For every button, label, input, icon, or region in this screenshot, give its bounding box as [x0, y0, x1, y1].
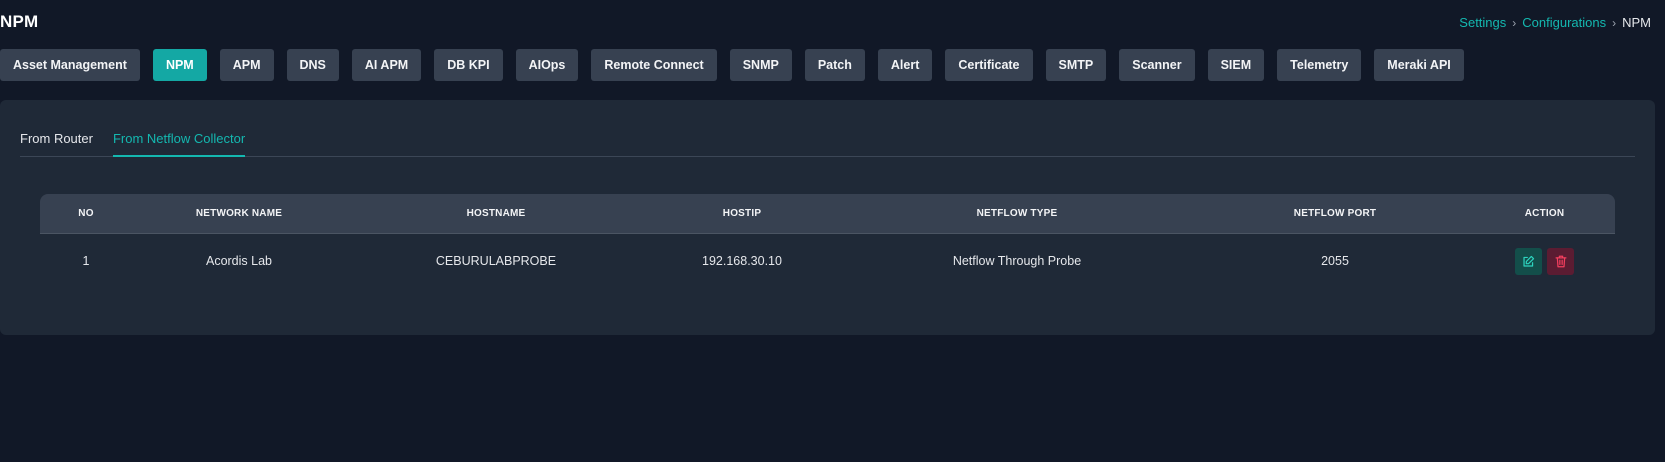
tab-smtp[interactable]: SMTP — [1045, 49, 1107, 81]
tab-siem[interactable]: SIEM — [1207, 49, 1265, 81]
tab-from-netflow-collector[interactable]: From Netflow Collector — [112, 131, 246, 157]
tab-asset-management[interactable]: Asset Management — [0, 49, 140, 81]
breadcrumb-separator: › — [1512, 15, 1517, 30]
tab-npm[interactable]: NPM — [152, 49, 207, 81]
edit-button[interactable] — [1515, 247, 1542, 275]
column-header-action: ACTION — [1524, 208, 1565, 219]
breadcrumb: Settings › Configurations › NPM — [1459, 15, 1651, 30]
column-header-hostip: HOSTIP — [722, 208, 762, 219]
column-header-netflow-port: NETFLOW PORT — [1293, 208, 1377, 219]
trash-icon — [1555, 255, 1566, 267]
breadcrumb-settings[interactable]: Settings — [1459, 15, 1506, 30]
tab-db-kpi[interactable]: DB KPI — [434, 49, 503, 81]
cell-actions — [1474, 247, 1615, 275]
tab-aiops[interactable]: AIOps — [515, 49, 579, 81]
tab-dns[interactable]: DNS — [286, 49, 339, 81]
netflow-table: NO NETWORK NAME HOSTNAME HOSTIP NETFLOW … — [40, 194, 1615, 288]
table-header: NO NETWORK NAME HOSTNAME HOSTIP NETFLOW … — [40, 194, 1615, 234]
sub-tabs: From Router From Netflow Collector — [20, 100, 1635, 157]
cell-netflow-port: 2055 — [1321, 254, 1349, 268]
tab-remote-connect[interactable]: Remote Connect — [591, 49, 717, 81]
tab-snmp[interactable]: SNMP — [729, 49, 792, 81]
tab-certificate[interactable]: Certificate — [945, 49, 1033, 81]
tab-patch[interactable]: Patch — [804, 49, 865, 81]
edit-icon — [1523, 255, 1535, 267]
cell-no: 1 — [82, 254, 90, 268]
breadcrumb-configurations[interactable]: Configurations — [1522, 15, 1606, 30]
module-tabs: Asset Management NPM APM DNS AI APM DB K… — [0, 49, 1464, 81]
tab-telemetry[interactable]: Telemetry — [1277, 49, 1362, 81]
column-header-no: NO — [78, 208, 94, 219]
table-row: 1 Acordis Lab CEBURULABPROBE 192.168.30.… — [40, 234, 1615, 288]
cell-hostip: 192.168.30.10 — [702, 254, 782, 268]
tab-ai-apm[interactable]: AI APM — [351, 49, 422, 81]
delete-button[interactable] — [1547, 247, 1574, 275]
tab-apm[interactable]: APM — [219, 49, 274, 81]
cell-network-name: Acordis Lab — [205, 254, 272, 268]
breadcrumb-current: NPM — [1622, 15, 1651, 30]
column-header-netflow-type: NETFLOW TYPE — [976, 208, 1058, 219]
tab-alert[interactable]: Alert — [877, 49, 933, 81]
tab-scanner[interactable]: Scanner — [1119, 49, 1195, 81]
breadcrumb-separator: › — [1612, 15, 1617, 30]
column-header-network-name: NETWORK NAME — [195, 208, 283, 219]
column-header-hostname: HOSTNAME — [466, 208, 526, 219]
page-title: NPM — [0, 12, 39, 31]
tab-from-router[interactable]: From Router — [20, 131, 93, 156]
netflow-panel: From Router From Netflow Collector NO NE… — [0, 100, 1655, 335]
tab-meraki-api[interactable]: Meraki API — [1374, 49, 1464, 81]
cell-hostname: CEBURULABPROBE — [435, 254, 557, 268]
cell-netflow-type: Netflow Through Probe — [952, 254, 1082, 268]
